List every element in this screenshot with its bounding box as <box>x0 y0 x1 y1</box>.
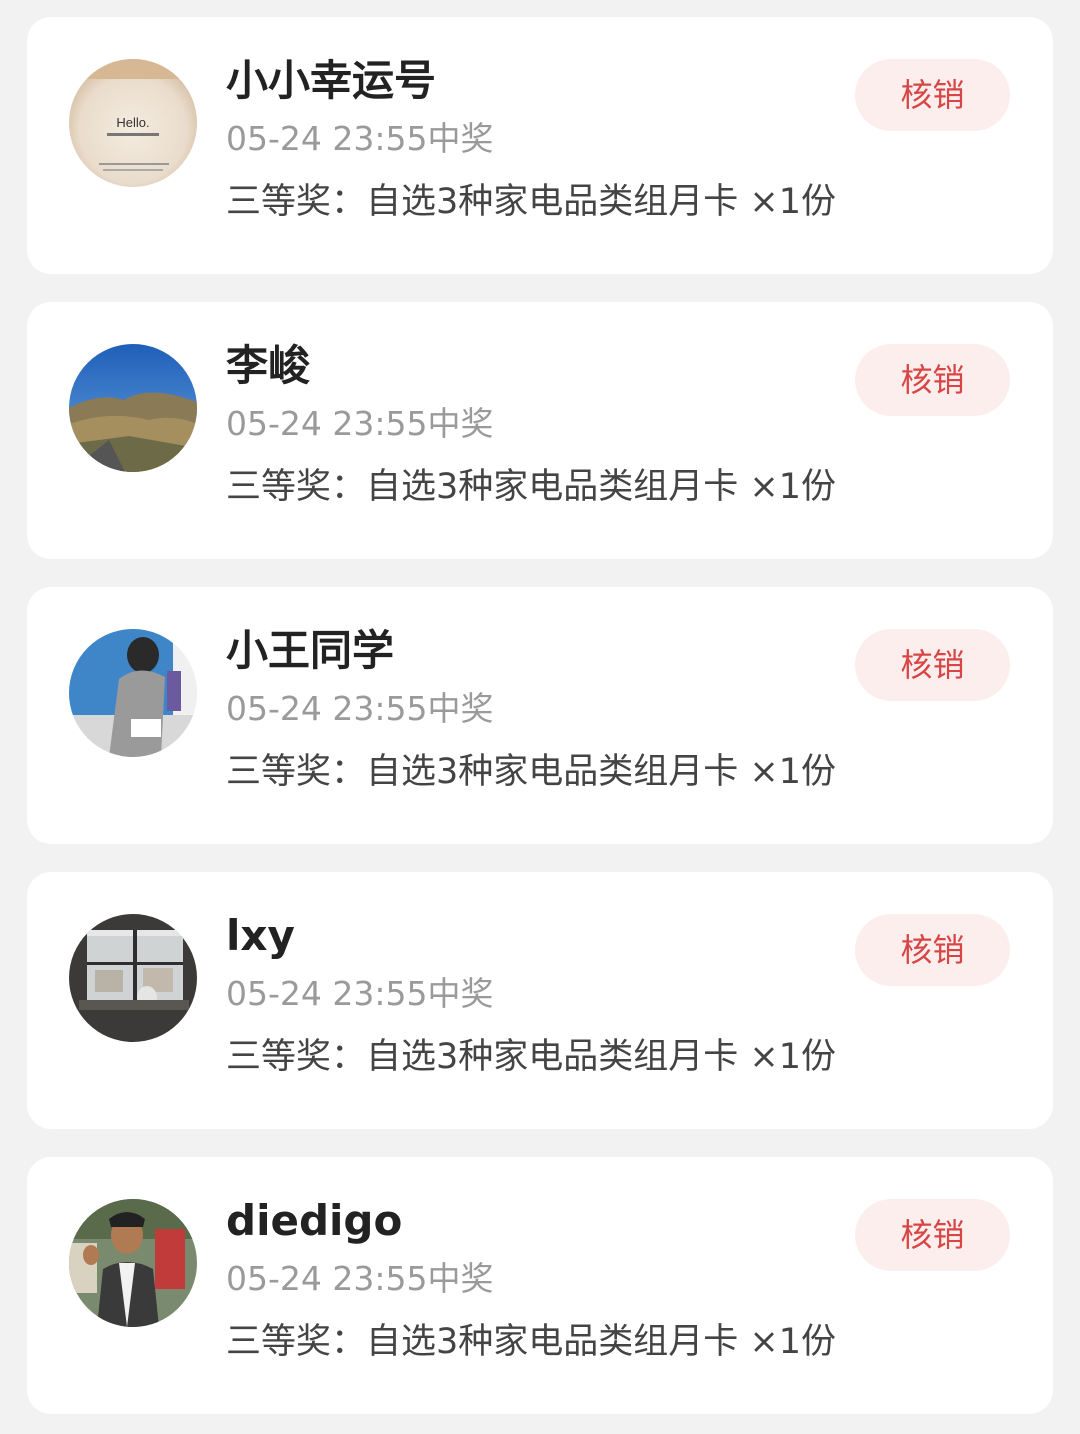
avatar-illustration-icon <box>69 629 197 757</box>
winner-name: 李峻 <box>226 341 311 390</box>
winner-card: diedigo 05-24 23:55中奖 三等奖：自选3种家电品类组月卡 ×1… <box>27 1157 1053 1414</box>
win-time: 05-24 23:55中奖 <box>226 119 494 158</box>
redeem-button[interactable]: 核销 <box>855 344 1010 416</box>
win-time: 05-24 23:55中奖 <box>226 974 494 1013</box>
winner-name: 小小幸运号 <box>226 56 437 105</box>
prize-text: 三等奖：自选3种家电品类组月卡 ×1份 <box>226 752 836 792</box>
avatar[interactable]: Hello. <box>69 59 197 187</box>
win-time: 05-24 23:55中奖 <box>226 689 494 728</box>
avatar-window-cat-icon <box>69 914 197 1042</box>
redeem-button[interactable]: 核销 <box>855 59 1010 131</box>
winner-list: Hello. 小小幸运号 05-24 23:55中奖 三等奖：自选3种家电品类组… <box>0 0 1080 1434</box>
prize-text: 三等奖：自选3种家电品类组月卡 ×1份 <box>226 182 836 222</box>
avatar[interactable] <box>69 1199 197 1327</box>
winner-name: 小王同学 <box>226 626 395 675</box>
winner-card: 李峻 05-24 23:55中奖 三等奖：自选3种家电品类组月卡 ×1份 核销 <box>27 302 1053 559</box>
prize-text: 三等奖：自选3种家电品类组月卡 ×1份 <box>226 1322 836 1362</box>
winner-card: lxy 05-24 23:55中奖 三等奖：自选3种家电品类组月卡 ×1份 核销 <box>27 872 1053 1129</box>
avatar[interactable] <box>69 914 197 1042</box>
win-time: 05-24 23:55中奖 <box>226 404 494 443</box>
avatar[interactable] <box>69 344 197 472</box>
redeem-button[interactable]: 核销 <box>855 914 1010 986</box>
winner-card: 小王同学 05-24 23:55中奖 三等奖：自选3种家电品类组月卡 ×1份 核… <box>27 587 1053 844</box>
avatar-note-text: Hello. <box>116 115 149 130</box>
avatar-person-photo-icon <box>69 1199 197 1327</box>
prize-text: 三等奖：自选3种家电品类组月卡 ×1份 <box>226 1037 836 1077</box>
winner-name: lxy <box>226 911 295 960</box>
avatar-landscape-icon <box>69 344 197 472</box>
redeem-button[interactable]: 核销 <box>855 1199 1010 1271</box>
win-time: 05-24 23:55中奖 <box>226 1259 494 1298</box>
redeem-button[interactable]: 核销 <box>855 629 1010 701</box>
winner-card: Hello. 小小幸运号 05-24 23:55中奖 三等奖：自选3种家电品类组… <box>27 17 1053 274</box>
avatar-paper-note-icon: Hello. <box>69 59 197 187</box>
avatar[interactable] <box>69 629 197 757</box>
prize-text: 三等奖：自选3种家电品类组月卡 ×1份 <box>226 467 836 507</box>
winner-name: diedigo <box>226 1196 403 1245</box>
